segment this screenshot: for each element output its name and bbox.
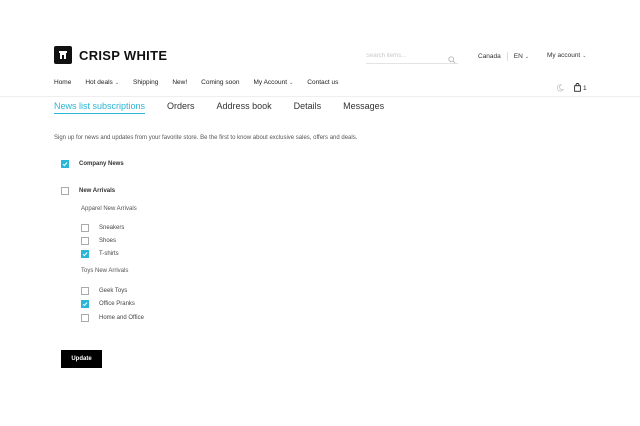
nav-item-contact-us[interactable]: Contact us: [307, 79, 338, 86]
search-icon[interactable]: [448, 51, 456, 69]
divider: [506, 52, 508, 61]
intro-text: Sign up for news and updates from your f…: [54, 135, 358, 141]
moon-icon[interactable]: [556, 79, 565, 97]
header-actions: 1: [556, 79, 587, 97]
checkbox-office-pranks[interactable]: [81, 300, 89, 308]
checkbox-sneakers[interactable]: [81, 224, 89, 232]
checkbox-company-news[interactable]: [61, 160, 69, 168]
subscription-geek-toys[interactable]: Geek Toys: [81, 287, 127, 295]
nav-label: Contact us: [307, 79, 339, 86]
nav-label: Home: [54, 79, 72, 86]
tab-details[interactable]: Details: [294, 101, 322, 114]
cart-button[interactable]: 1: [574, 82, 587, 94]
update-button[interactable]: Update: [61, 350, 102, 368]
chevron-down-icon: ⌄: [524, 53, 530, 60]
subscription-t-shirts[interactable]: T-shirts: [81, 250, 119, 258]
header-divider: [0, 96, 640, 97]
subscription-home-and-office[interactable]: Home and Office: [81, 314, 144, 322]
nav-label: Coming soon: [201, 79, 240, 86]
checkbox-geek-toys[interactable]: [81, 287, 89, 295]
subscription-label: Company News: [79, 161, 124, 167]
tab-address-book[interactable]: Address book: [217, 101, 272, 114]
nav-label: Shipping: [133, 79, 159, 86]
nav-label: My Account: [253, 79, 288, 86]
nav-label: Hot deals: [85, 79, 113, 86]
subscription-shoes[interactable]: Shoes: [81, 237, 116, 245]
chevron-down-icon: ⌄: [289, 79, 294, 86]
subscription-label: Sneakers: [99, 225, 125, 231]
chevron-down-icon: ⌄: [114, 79, 120, 86]
nav-item-my-account[interactable]: My Account ⌄: [253, 79, 293, 86]
chevron-down-icon: ⌄: [582, 52, 587, 59]
crisp-white-logo-icon: [54, 46, 72, 64]
nav-item-hot-deals[interactable]: Hot deals ⌄: [85, 79, 119, 86]
search-box[interactable]: [366, 48, 458, 64]
language-selector[interactable]: EN ⌄: [514, 53, 529, 60]
group-label-toys: Toys New Arrivals: [81, 268, 129, 274]
account-menu[interactable]: My account ⌄: [547, 52, 586, 59]
subscription-sneakers[interactable]: Sneakers: [81, 224, 124, 232]
checkbox-new-arrivals[interactable]: [61, 187, 69, 195]
subscription-label: Home and Office: [99, 315, 144, 321]
account-tabs: News list subscriptions Orders Address b…: [54, 101, 406, 114]
group-label-apparel: Apparel New Arrivals: [81, 206, 137, 212]
subscription-office-pranks[interactable]: Office Pranks: [81, 300, 135, 308]
account-label: My account: [547, 52, 581, 59]
bag-icon: [574, 82, 581, 94]
region-selector: Canada EN ⌄: [478, 52, 529, 61]
search-input[interactable]: [366, 52, 444, 59]
subscription-label: Geek Toys: [99, 288, 128, 294]
language-label: EN: [513, 53, 523, 60]
subscription-label: Office Pranks: [99, 301, 135, 307]
subscription-new-arrivals[interactable]: New Arrivals: [61, 187, 115, 195]
subscription-label: T-shirts: [99, 251, 119, 257]
main-nav: Home Hot deals ⌄ Shipping New! Coming soo…: [54, 79, 352, 86]
country-selector[interactable]: Canada: [478, 53, 501, 60]
brand-logo[interactable]: CRISP WHITE: [54, 46, 167, 64]
nav-item-shipping[interactable]: Shipping: [133, 79, 158, 86]
brand-name: CRISP WHITE: [79, 47, 168, 63]
tab-news-list-subscriptions[interactable]: News list subscriptions: [54, 101, 146, 114]
tab-orders[interactable]: Orders: [167, 101, 195, 114]
checkbox-t-shirts[interactable]: [81, 250, 89, 258]
subscription-company-news[interactable]: Company News: [61, 160, 124, 168]
checkbox-shoes[interactable]: [81, 237, 89, 245]
tab-messages[interactable]: Messages: [343, 101, 384, 114]
nav-item-coming-soon[interactable]: Coming soon: [201, 79, 239, 86]
nav-label: New!: [172, 79, 188, 86]
nav-item-home[interactable]: Home: [54, 79, 71, 86]
cart-count: 1: [583, 84, 587, 92]
nav-item-new[interactable]: New!: [172, 79, 187, 86]
checkbox-home-and-office[interactable]: [81, 314, 89, 322]
subscription-label: New Arrivals: [79, 188, 116, 194]
subscription-label: Shoes: [99, 238, 117, 244]
